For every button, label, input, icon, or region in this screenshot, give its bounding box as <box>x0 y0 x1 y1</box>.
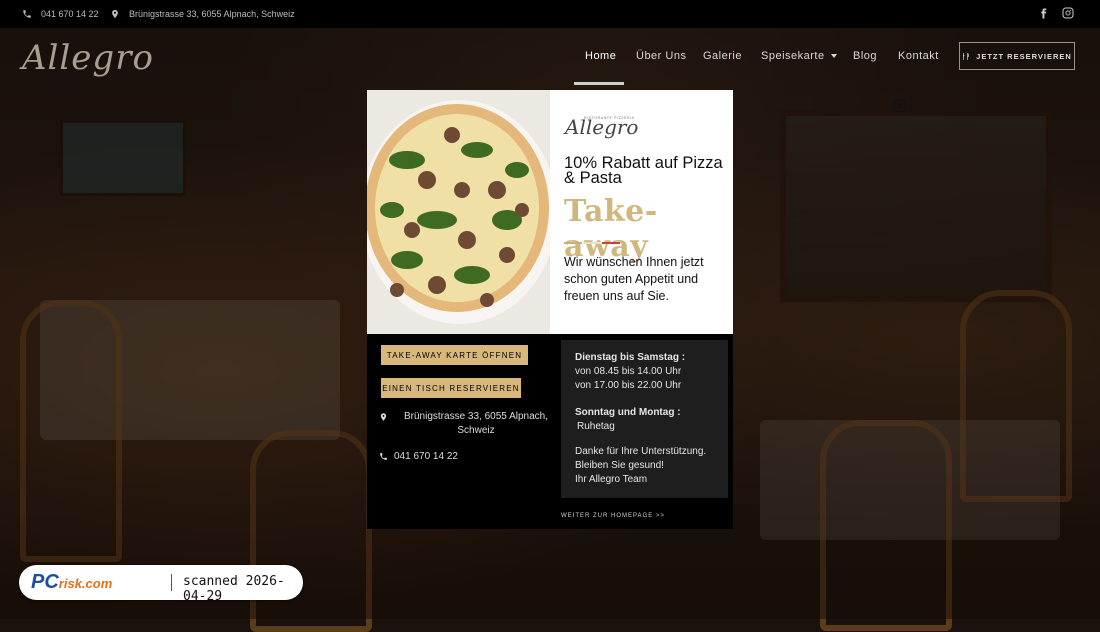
nav-speisekarte-label: Speisekarte <box>761 50 825 62</box>
promo-panel: RISTORANTE PIZZERIA Allegro 10% Rabatt a… <box>550 90 906 334</box>
thanks-line-3: Ihr Allegro Team <box>575 474 648 485</box>
popup-top: RISTORANTE PIZZERIA Allegro 10% Rabatt a… <box>367 90 906 334</box>
divider-gold <box>564 242 582 244</box>
popup-phone[interactable]: 041 670 14 22 <box>379 451 458 462</box>
scan-date: scanned 2026-04-29 <box>183 574 285 604</box>
hours-time-2: von 17.00 bis 22.00 Uhr <box>575 380 682 391</box>
facebook-icon[interactable] <box>1038 7 1049 22</box>
hours-days-1: Dienstag bis Samstag : <box>575 352 686 363</box>
hours-days-2: Sonntag und Montag : <box>575 407 681 418</box>
hours-closed: Ruhetag <box>577 421 615 432</box>
thanks-line-2: Bleiben Sie gesund! <box>575 460 664 471</box>
nav-ueber-uns[interactable]: Über Uns <box>636 50 686 62</box>
promo-popup: RISTORANTE PIZZERIA Allegro 10% Rabatt a… <box>367 90 906 529</box>
pcrisk-logo-risk: risk.com <box>58 576 113 591</box>
close-button[interactable] <box>894 100 906 112</box>
chevron-down-icon <box>830 54 837 59</box>
map-pin-icon <box>380 413 387 421</box>
promo-headline: 10% Rabatt auf Pizza & Pasta <box>564 154 723 187</box>
map-pin-icon <box>112 9 118 19</box>
promo-logo: Allegro <box>565 115 639 139</box>
takeaway-menu-button[interactable]: TAKE-AWAY KARTE ÖFFNEN <box>381 345 528 365</box>
nav-speisekarte[interactable]: Speisekarte <box>761 50 837 62</box>
thanks-line-1: Danke für Ihre Unterstützung. <box>575 446 707 457</box>
pcrisk-logo-pc: PC <box>31 571 59 593</box>
popup-address-text: Brünigstrasse 33, 6055 Alpnach, Schweiz <box>404 411 548 436</box>
divider-red <box>602 242 620 244</box>
popup-phone-text: 041 670 14 22 <box>394 451 458 462</box>
divider-light <box>583 242 601 244</box>
instagram-icon[interactable] <box>1062 7 1074 21</box>
nav-home[interactable]: Home <box>585 50 616 62</box>
promo-message: Wir wünschen Ihnen jetzt schon guten App… <box>564 255 704 303</box>
cutlery-icon <box>963 52 969 60</box>
site-logo[interactable]: Allegro <box>22 38 154 78</box>
phone-icon <box>23 10 31 18</box>
topbar-address[interactable]: Brünigstrasse 33, 6055 Alpnach, Schweiz <box>110 9 295 19</box>
close-icon <box>896 102 904 110</box>
reserve-button[interactable]: JETZT RESERVIEREN <box>959 42 1075 70</box>
opening-hours: Dienstag bis Samstag : von 08.45 bis 14.… <box>561 340 728 498</box>
nav-kontakt[interactable]: Kontakt <box>898 50 939 62</box>
nav-galerie[interactable]: Galerie <box>703 50 742 62</box>
scan-badge: PCrisk.com scanned 2026-04-29 <box>19 565 303 604</box>
hours-time-1: von 08.45 bis 14.00 Uhr <box>575 366 682 377</box>
topbar-address-text: Brünigstrasse 33, 6055 Alpnach, Schweiz <box>129 9 295 19</box>
topbar-phone[interactable]: 041 670 14 22 <box>22 9 99 19</box>
top-bar: 041 670 14 22 Brünigstrasse 33, 6055 Alp… <box>0 0 1100 28</box>
pcrisk-logo: PCrisk.com <box>31 571 112 594</box>
pizza-image <box>367 90 550 334</box>
reserve-table-button[interactable]: EINEN TISCH RESERVIEREN <box>381 378 521 398</box>
active-nav-indicator <box>574 82 624 85</box>
continue-to-homepage-link[interactable]: WEITER ZUR HOMEPAGE >> <box>561 513 665 519</box>
badge-divider <box>171 574 172 591</box>
topbar-phone-text: 041 670 14 22 <box>41 9 99 19</box>
reserve-button-label: JETZT RESERVIEREN <box>976 51 1072 61</box>
nav-blog[interactable]: Blog <box>853 50 877 62</box>
phone-icon <box>380 453 387 460</box>
